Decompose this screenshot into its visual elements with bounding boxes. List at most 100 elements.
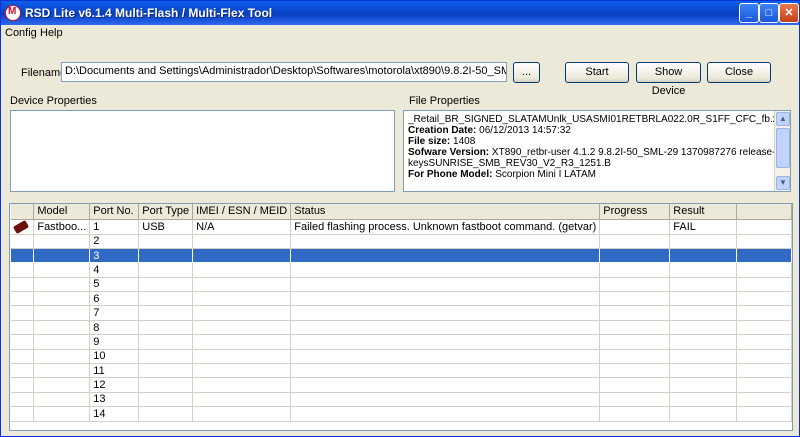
filler-cell [736, 349, 792, 365]
table-row[interactable]: 10 [10, 349, 792, 365]
progress-cell [599, 219, 671, 235]
filler-cell [736, 392, 792, 408]
port-cell: 8 [89, 320, 140, 336]
imei-cell: N/A [192, 219, 292, 235]
progress-cell [599, 392, 671, 408]
table-row[interactable]: 6 [10, 291, 792, 307]
scroll-down-arrow-icon[interactable]: ▼ [776, 176, 790, 190]
creation-date-label: Creation Date: [408, 125, 477, 136]
filler-cell [736, 320, 792, 336]
start-button[interactable]: Start [565, 62, 629, 83]
filler-cell [736, 234, 792, 249]
table-row[interactable]: 5 [10, 277, 792, 293]
menu-bar: Config Help [1, 25, 799, 41]
scroll-up-arrow-icon[interactable]: ▲ [776, 112, 790, 126]
row-icon-cell [10, 219, 35, 235]
close-button[interactable]: Close [707, 62, 771, 83]
filler-cell [736, 248, 792, 264]
port-type-cell [138, 406, 194, 422]
port-cell: 10 [89, 349, 140, 365]
header-result[interactable]: Result [669, 204, 738, 220]
port-type-cell [138, 392, 194, 408]
result-cell [669, 248, 738, 264]
port-type-cell [138, 291, 194, 307]
filler-cell [736, 406, 792, 422]
table-row[interactable]: 12 [10, 377, 792, 393]
result-cell [669, 234, 738, 249]
progress-cell [599, 248, 671, 264]
result-cell [669, 406, 738, 422]
filename-input[interactable]: D:\Documents and Settings\Administrador\… [61, 62, 507, 82]
table-row[interactable]: 7 [10, 305, 792, 321]
device-properties-panel [10, 110, 395, 192]
software-version-value: XT890_retbr-user 4.1.2 9.8.2I-50_SML-29 … [491, 147, 776, 158]
port-type-cell [138, 349, 194, 365]
port-type-cell [138, 305, 194, 321]
result-cell [669, 305, 738, 321]
row-icon-cell [10, 262, 35, 278]
filler-cell [736, 305, 792, 321]
progress-cell [599, 234, 671, 249]
table-row[interactable]: 2 [10, 234, 792, 249]
imei-cell [192, 377, 292, 393]
phone-model-label: For Phone Model: [408, 169, 493, 180]
status-cell [290, 377, 601, 393]
file-properties-panel[interactable]: _Retail_BR_SIGNED_SLATAMUnlk_USASMI01RET… [403, 110, 791, 192]
header-port-type[interactable]: Port Type [138, 204, 194, 220]
filler-cell [736, 277, 792, 293]
menu-config[interactable]: Config [5, 27, 37, 39]
status-cell [290, 305, 601, 321]
port-type-cell [138, 334, 194, 350]
phone-model-value: Scorpion Mini I LATAM [495, 169, 597, 180]
file-size-row: File size: 1408 [408, 136, 475, 147]
status-cell [290, 234, 601, 249]
table-row[interactable]: 3 [10, 247, 792, 264]
header-imei[interactable]: IMEI / ESN / MEID [192, 204, 292, 220]
progress-cell [599, 305, 671, 321]
header-port-no[interactable]: Port No. [89, 204, 140, 220]
title-bar[interactable]: RSD Lite v6.1.4 Multi-Flash / Multi-Flex… [1, 1, 799, 25]
result-cell [669, 377, 738, 393]
imei-cell [192, 291, 292, 307]
model-cell [33, 406, 91, 422]
header-icon-col [10, 204, 35, 220]
close-window-button[interactable]: ✕ [779, 3, 799, 23]
table-row[interactable]: 11 [10, 363, 792, 379]
port-cell: 6 [89, 291, 140, 307]
file-properties-scrollbar[interactable]: ▲ ▼ [774, 111, 790, 191]
phone-device-icon [12, 219, 29, 233]
result-cell [669, 349, 738, 365]
status-cell [290, 334, 601, 350]
result-cell [669, 363, 738, 379]
menu-help[interactable]: Help [40, 27, 63, 39]
port-cell: 14 [89, 406, 140, 422]
table-row[interactable]: 14 [10, 406, 792, 422]
maximize-button[interactable]: □ [759, 3, 779, 23]
scroll-thumb[interactable] [776, 128, 790, 168]
imei-cell [192, 277, 292, 293]
progress-cell [599, 406, 671, 422]
show-device-button[interactable]: Show Device [636, 62, 701, 97]
header-status[interactable]: Status [290, 204, 601, 220]
header-progress[interactable]: Progress [599, 204, 671, 220]
row-icon-cell [10, 334, 35, 350]
row-icon-cell [10, 320, 35, 336]
device-grid: Model Port No. Port Type IMEI / ESN / ME… [9, 203, 793, 431]
header-model[interactable]: Model [33, 204, 91, 220]
table-row[interactable]: 9 [10, 334, 792, 350]
table-row[interactable]: 8 [10, 320, 792, 336]
progress-cell [599, 277, 671, 293]
row-icon-cell [10, 305, 35, 321]
table-row[interactable]: Fastboo... 1 USB N/A Failed flashing process… [10, 219, 792, 235]
status-cell [290, 392, 601, 408]
port-cell: 4 [89, 262, 140, 278]
port-cell: 3 [89, 248, 140, 264]
table-row[interactable]: 4 [10, 262, 792, 278]
filler-cell [736, 363, 792, 379]
minimize-button[interactable]: _ [739, 3, 759, 23]
table-row[interactable]: 13 [10, 392, 792, 408]
browse-button[interactable]: ... [513, 62, 540, 83]
result-cell [669, 334, 738, 350]
imei-cell [192, 234, 292, 249]
row-icon-cell [10, 277, 35, 293]
